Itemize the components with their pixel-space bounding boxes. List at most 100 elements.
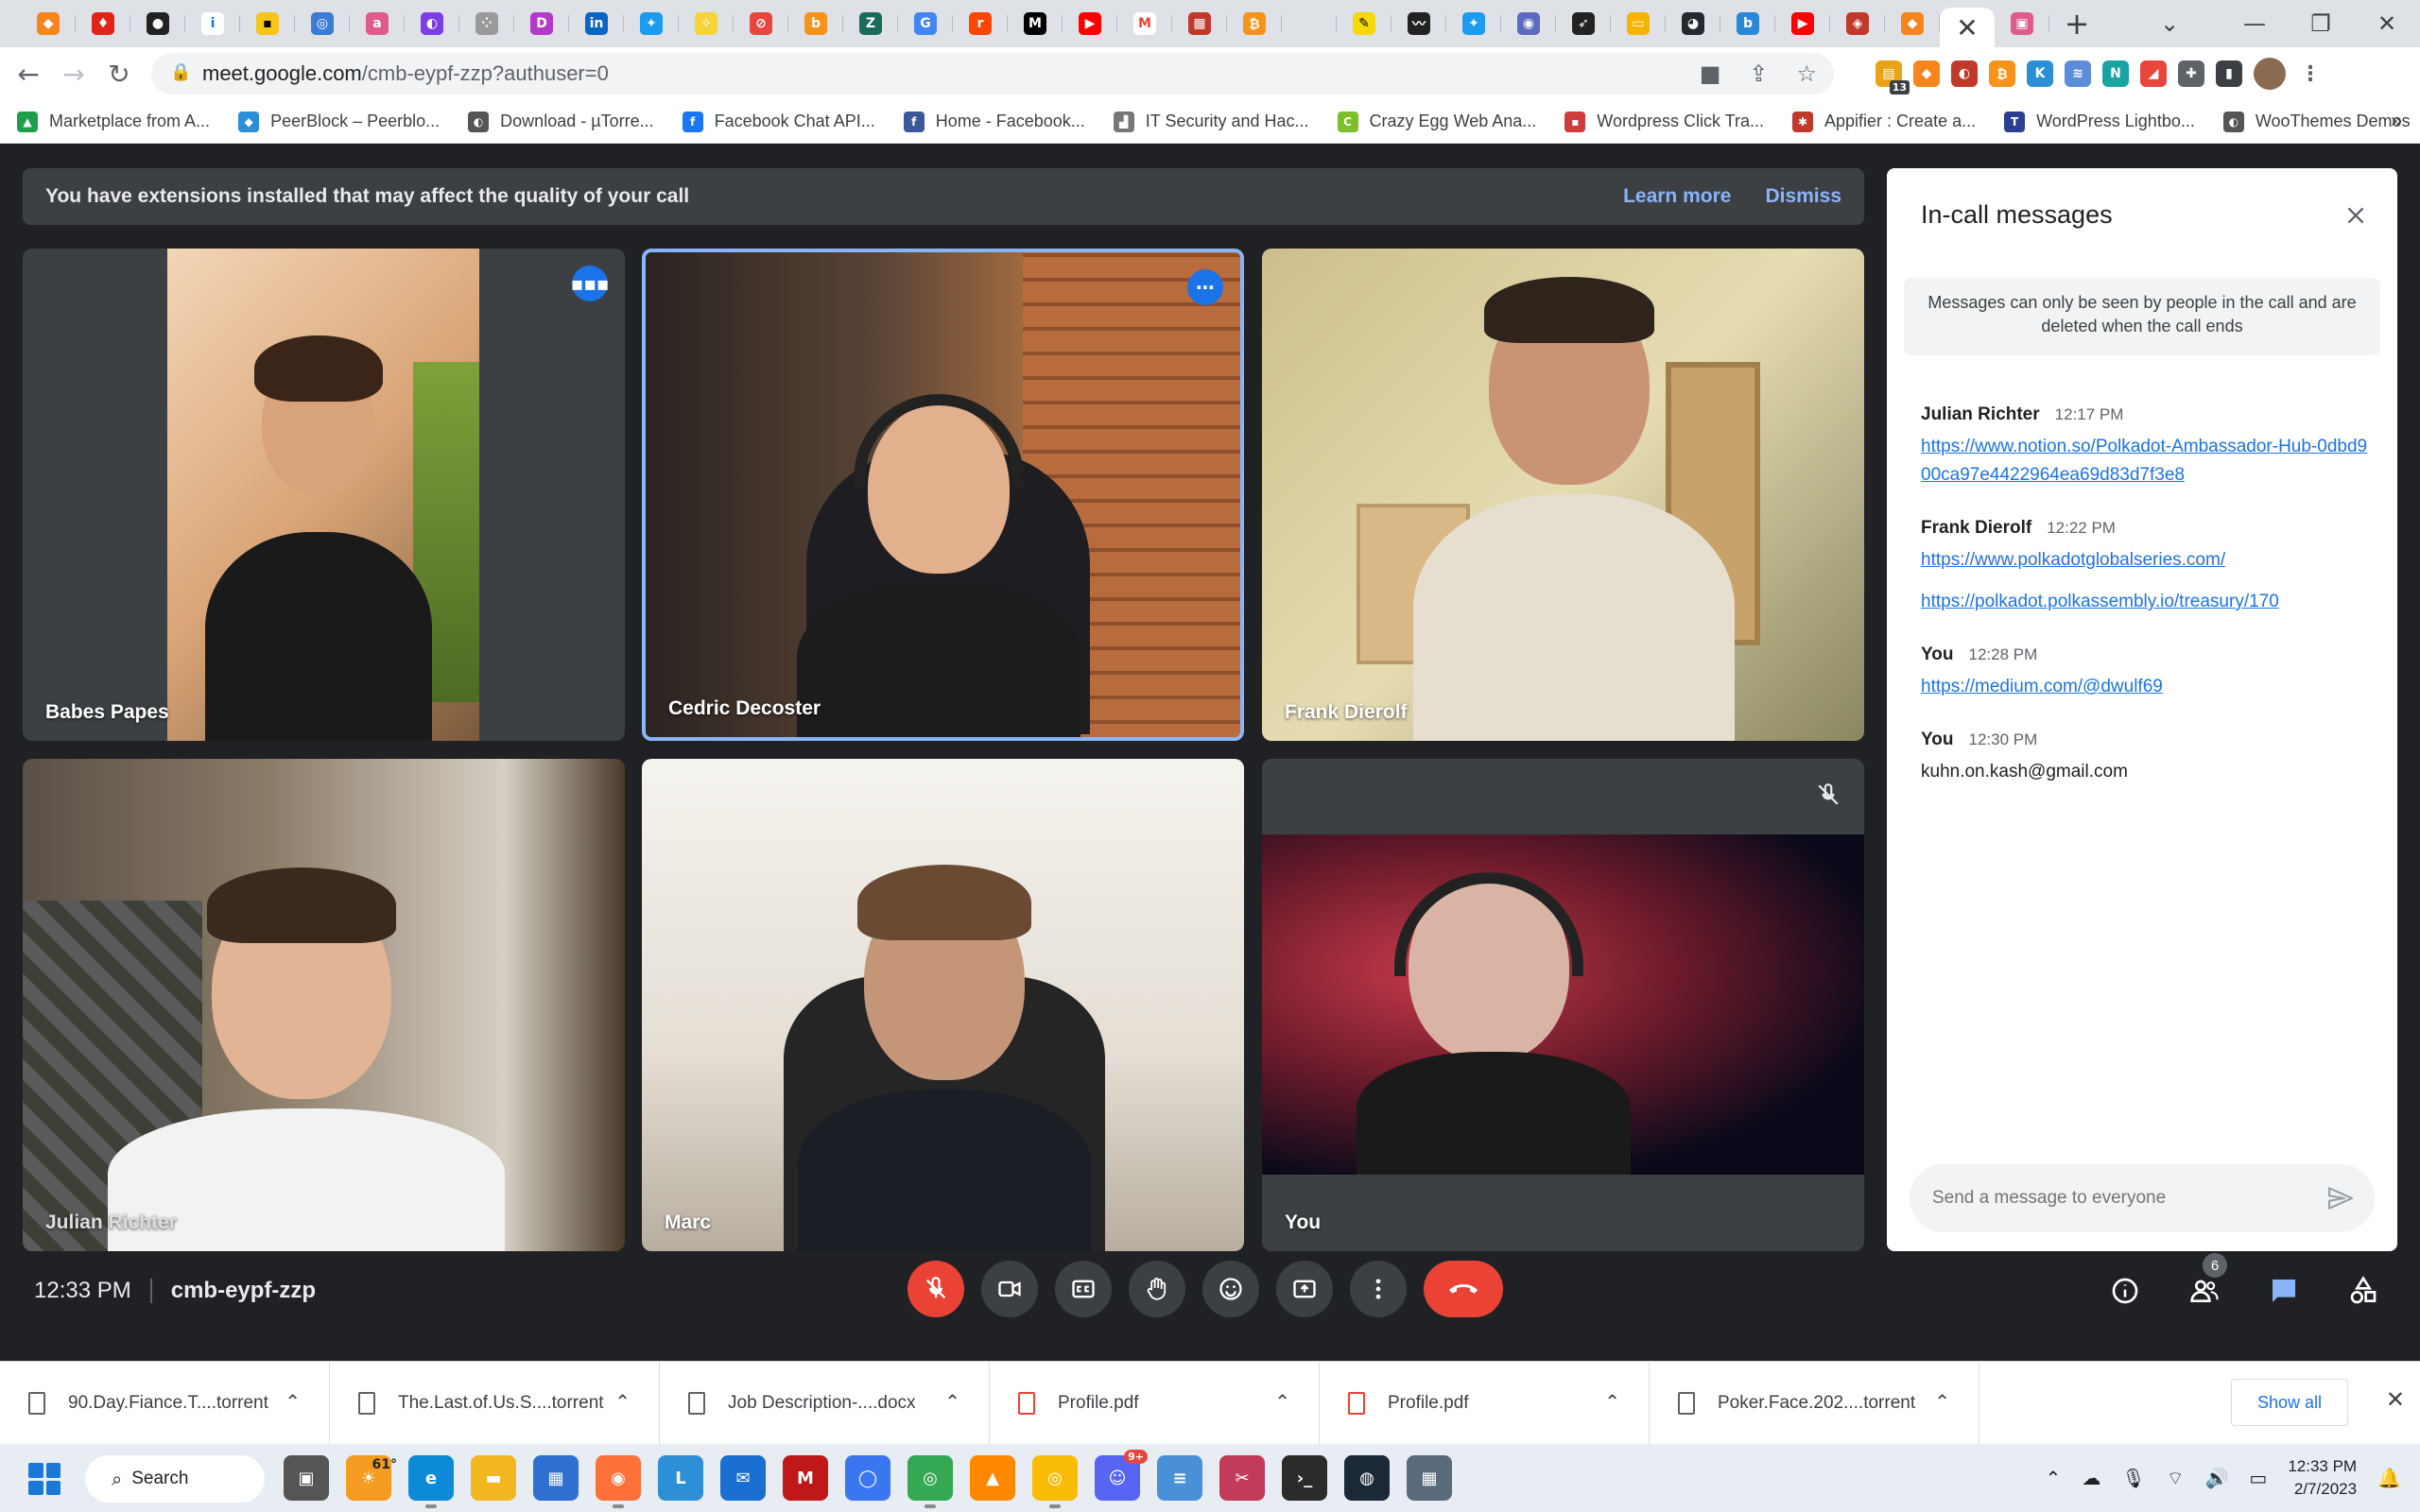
bookmark-item[interactable]: ✱ Appifier : Create a... bbox=[1792, 111, 1976, 132]
microsoft-store-icon[interactable]: ▦ bbox=[533, 1455, 579, 1501]
extension-icon[interactable]: ₿ bbox=[1989, 60, 2015, 87]
reactions-button[interactable] bbox=[1202, 1261, 1259, 1317]
tab[interactable]: ✦ bbox=[1446, 0, 1501, 47]
tab[interactable] bbox=[1282, 0, 1337, 47]
more-options-button[interactable] bbox=[1350, 1261, 1407, 1317]
mic-toggle-button[interactable] bbox=[908, 1261, 964, 1317]
close-icon[interactable] bbox=[2337, 197, 2375, 234]
restore-icon[interactable]: ❐ bbox=[2288, 0, 2354, 47]
tab[interactable]: 〰 bbox=[1392, 0, 1446, 47]
signal-icon[interactable]: ◯ bbox=[845, 1455, 890, 1501]
windows-start-icon[interactable] bbox=[28, 1463, 60, 1495]
tab[interactable]: ◆ bbox=[21, 0, 76, 47]
extension-icon[interactable]: N bbox=[2102, 60, 2129, 87]
chat-button[interactable] bbox=[2261, 1268, 2307, 1314]
tab[interactable]: ➶ bbox=[1556, 0, 1611, 47]
learn-more-link[interactable]: Learn more bbox=[1623, 185, 1731, 208]
minimize-icon[interactable]: — bbox=[2221, 0, 2288, 47]
tab[interactable]: M bbox=[1117, 0, 1172, 47]
raise-hand-button[interactable] bbox=[1129, 1261, 1185, 1317]
address-bar[interactable]: 🔒 meet.google.com/cmb-eypf-zzp?authuser=… bbox=[151, 53, 1834, 94]
weather-icon[interactable]: ☀ 61° bbox=[346, 1455, 397, 1501]
chevron-up-icon[interactable]: ⌃ bbox=[285, 1390, 301, 1413]
megaphone-icon[interactable]: ◢ bbox=[2140, 60, 2167, 87]
tab[interactable]: ▶ bbox=[1775, 0, 1830, 47]
sidebar-icon[interactable]: ▮ bbox=[2216, 60, 2242, 87]
tab[interactable]: ⁘ bbox=[459, 0, 514, 47]
tab[interactable]: ◉ bbox=[1501, 0, 1556, 47]
task-view-icon[interactable]: ▣ bbox=[284, 1455, 329, 1501]
bookmark-item[interactable]: ◆ PeerBlock – Peerblo... bbox=[238, 111, 440, 132]
tab[interactable]: ◆ bbox=[1885, 0, 1940, 47]
bookmark-star-icon[interactable]: ☆ bbox=[1796, 60, 1817, 87]
download-item[interactable]: Profile.pdf ⌃ bbox=[990, 1361, 1320, 1445]
share-icon[interactable]: ⇪ bbox=[1749, 60, 1768, 87]
tab[interactable]: Z bbox=[843, 0, 898, 47]
tab[interactable]: ▦ bbox=[1172, 0, 1227, 47]
tab[interactable]: ◐ bbox=[405, 0, 459, 47]
volume-icon[interactable]: 🔊 bbox=[2205, 1467, 2229, 1489]
chrome-icon[interactable]: ◎ bbox=[1032, 1455, 1078, 1508]
chevron-up-icon[interactable]: ⌃ bbox=[1604, 1390, 1620, 1413]
back-arrow-icon[interactable]: ← bbox=[6, 51, 51, 96]
participant-tile[interactable]: ⋯ Cedric Decoster bbox=[642, 249, 1244, 741]
puzzle-icon[interactable]: ✚ bbox=[2178, 60, 2204, 87]
bookmark-item[interactable]: T WordPress Lightbo... bbox=[2004, 111, 2195, 132]
new-tab-button[interactable]: + bbox=[2049, 0, 2104, 47]
tab[interactable]: ◎ bbox=[295, 0, 350, 47]
tab-search-chevron-down-icon[interactable]: ⌄ bbox=[2118, 0, 2221, 47]
show-all-downloads-button[interactable]: Show all bbox=[2231, 1379, 2348, 1426]
message-link[interactable]: https://www.notion.so/Polkadot-Ambassado… bbox=[1921, 433, 2375, 490]
bookmark-item[interactable]: ▟ IT Security and Hac... bbox=[1113, 111, 1309, 132]
send-icon[interactable] bbox=[2325, 1183, 2356, 1213]
mail-icon[interactable]: ✉ bbox=[720, 1455, 766, 1501]
reload-icon[interactable]: ↻ bbox=[96, 51, 142, 96]
close-icon[interactable]: ✕ bbox=[1956, 12, 1978, 43]
camera-toggle-button[interactable] bbox=[981, 1261, 1038, 1317]
activities-button[interactable] bbox=[2341, 1268, 2386, 1314]
metamask-icon[interactable]: ◆ bbox=[1913, 60, 1940, 87]
tab[interactable]: ▭ bbox=[1611, 0, 1666, 47]
mcafee-icon[interactable]: M bbox=[783, 1455, 828, 1501]
download-item[interactable]: Job Description-....docx ⌃ bbox=[660, 1361, 990, 1445]
cloud-icon[interactable]: ☁ bbox=[2082, 1467, 2100, 1489]
chevron-up-icon[interactable]: ⌃ bbox=[1934, 1390, 1950, 1413]
participant-tile[interactable]: ▪▪▪ Babes Papes bbox=[23, 249, 625, 741]
download-item[interactable]: Profile.pdf ⌃ bbox=[1320, 1361, 1650, 1445]
wifi-icon[interactable]: ⌔ bbox=[2167, 1467, 2185, 1490]
participant-tile[interactable]: Marc bbox=[642, 759, 1244, 1251]
snipping-tool-icon[interactable]: ✂ bbox=[1219, 1455, 1265, 1501]
tab[interactable]: ● bbox=[130, 0, 185, 47]
bookmark-item[interactable]: f Home - Facebook... bbox=[903, 111, 1085, 132]
forward-arrow-icon[interactable]: → bbox=[51, 51, 96, 96]
present-screen-button[interactable] bbox=[1276, 1261, 1333, 1317]
participant-tile-self[interactable]: You bbox=[1262, 759, 1864, 1251]
extension-icon[interactable]: K bbox=[2027, 60, 2053, 87]
camera-icon[interactable]: ■ bbox=[1700, 60, 1721, 87]
microphone-icon[interactable]: 🎙 bbox=[2121, 1467, 2145, 1489]
dismiss-button[interactable]: Dismiss bbox=[1765, 185, 1841, 208]
tab[interactable]: ✧ bbox=[679, 0, 734, 47]
tab[interactable]: a bbox=[350, 0, 405, 47]
bookmark-item[interactable]: ▲ Marketplace from A... bbox=[17, 111, 210, 132]
file-explorer-icon[interactable]: ▬ bbox=[471, 1455, 516, 1501]
bookmark-item[interactable]: ◐ WooThemes Demos bbox=[2222, 111, 2411, 132]
tab[interactable]: M bbox=[1008, 0, 1063, 47]
vlc-icon[interactable]: ▲ bbox=[970, 1455, 1015, 1501]
chat-message-input[interactable] bbox=[1932, 1188, 2310, 1209]
calculator-icon[interactable]: ▦ bbox=[1407, 1455, 1452, 1501]
steam-icon[interactable]: ◍ bbox=[1344, 1455, 1390, 1501]
bookmark-item[interactable]: C Crazy Egg Web Ana... bbox=[1337, 111, 1536, 132]
participant-tile[interactable]: Frank Dierolf bbox=[1262, 249, 1864, 741]
tab[interactable]: D bbox=[514, 0, 569, 47]
download-item[interactable]: The.Last.of.Us.S....torrent ⌃ bbox=[330, 1361, 660, 1445]
chevron-up-icon[interactable]: ⌃ bbox=[944, 1390, 960, 1413]
chrome-icon[interactable]: ◎ bbox=[908, 1455, 953, 1508]
tab[interactable]: in bbox=[569, 0, 624, 47]
tab[interactable]: r bbox=[953, 0, 1008, 47]
extension-icon[interactable]: ≋ bbox=[2065, 60, 2091, 87]
tab[interactable]: b bbox=[788, 0, 843, 47]
bookmark-item[interactable]: ◐ Download - µTorre... bbox=[468, 111, 654, 132]
tab[interactable]: ₿ bbox=[1227, 0, 1282, 47]
app-l-icon[interactable]: L bbox=[658, 1455, 703, 1501]
